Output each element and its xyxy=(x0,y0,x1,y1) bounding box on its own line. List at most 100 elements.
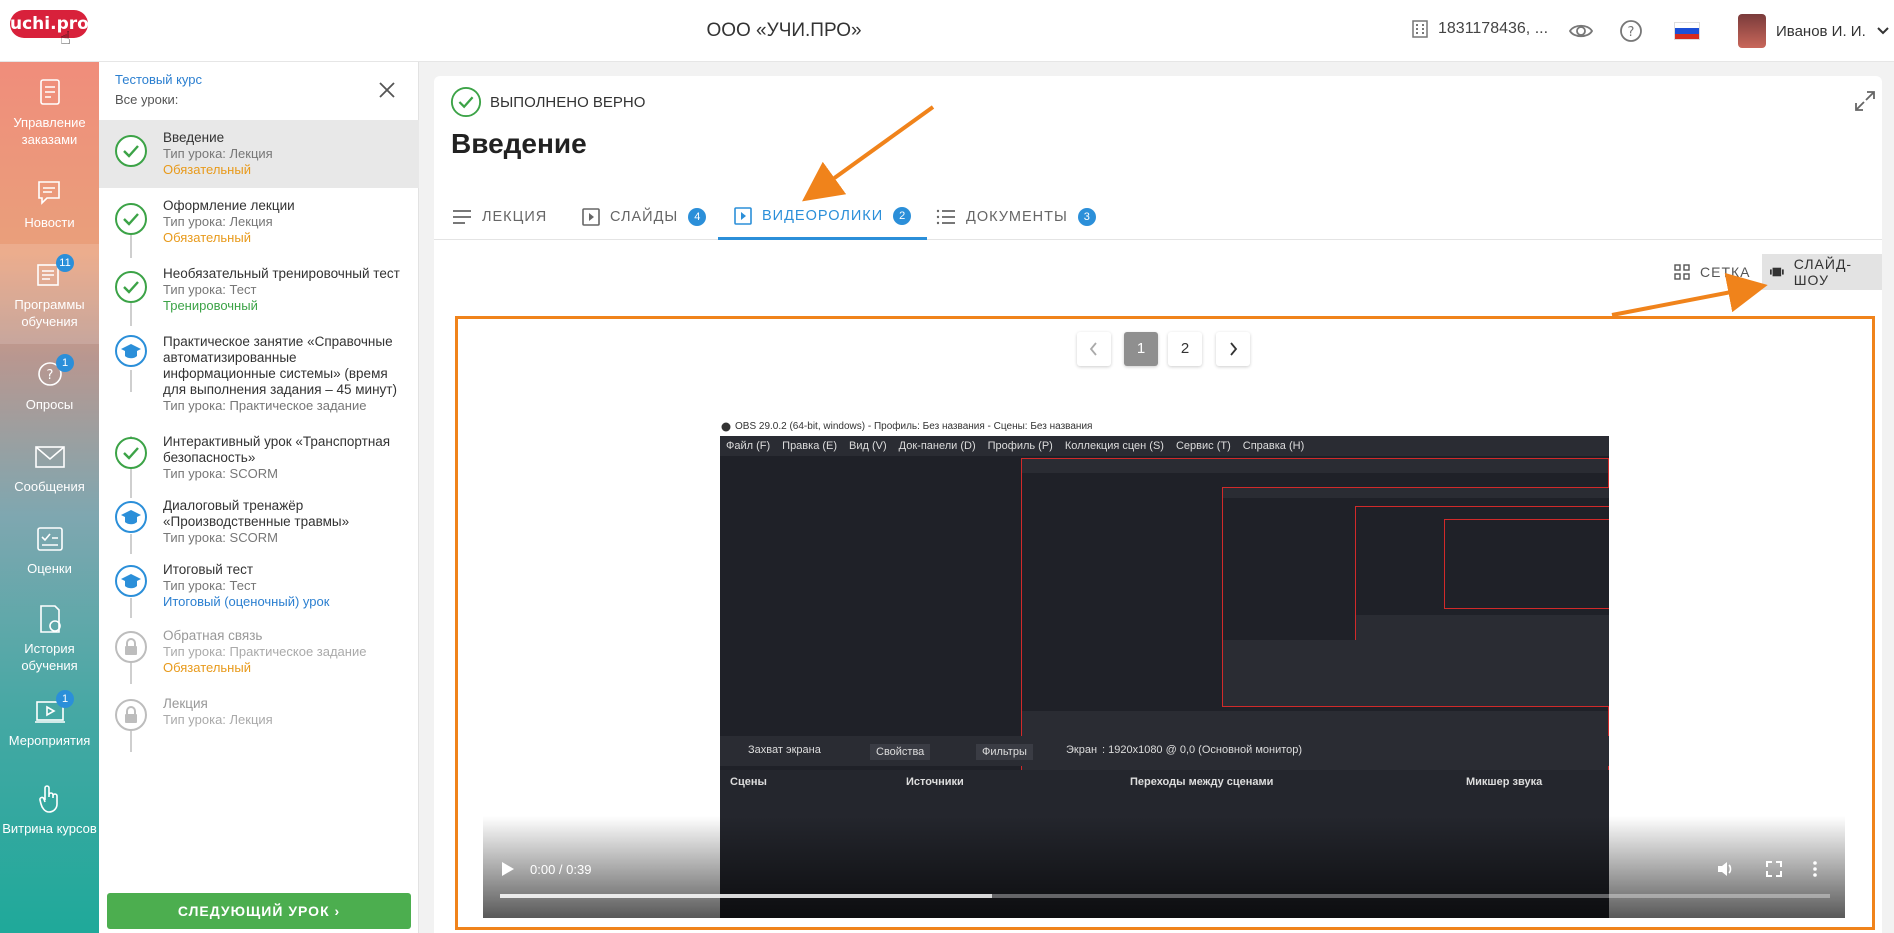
close-icon[interactable] xyxy=(377,80,397,100)
language-flag-icon[interactable] xyxy=(1674,22,1700,40)
inn-value: 1831178436, ... xyxy=(1438,20,1549,37)
check-circle-icon xyxy=(115,203,147,235)
lesson-type: Тип урока: SCORM xyxy=(163,466,278,481)
lesson-type: Тип урока: SCORM xyxy=(163,530,278,545)
chevron-left-icon xyxy=(1089,342,1097,356)
video-progress-bar[interactable] xyxy=(500,894,1830,898)
top-bar: uchi.pro ☝ ООО «УЧИ.ПРО» 1831178436, ...… xyxy=(0,0,1894,62)
lesson-item[interactable]: Интерактивный урок «Транспортная безопас… xyxy=(99,422,419,484)
video-progress-fill xyxy=(500,894,993,898)
lesson-type: Тип урока: Лекция xyxy=(163,712,273,727)
expand-icon[interactable] xyxy=(1854,90,1876,112)
lesson-item[interactable]: Диалоговый тренажёр «Производственные тр… xyxy=(99,486,419,548)
lesson-item-locked: Лекция Тип урока: Лекция xyxy=(99,684,419,740)
user-name: Иванов И. И. xyxy=(1776,22,1866,40)
svg-text:?: ? xyxy=(46,368,53,383)
result-status-text: ВЫПОЛНЕНО ВЕРНО xyxy=(490,93,646,111)
pagination-prev[interactable] xyxy=(1077,332,1111,366)
pagination-next[interactable] xyxy=(1216,332,1250,366)
main-navigation: Управление заказами Новости Программы об… xyxy=(0,62,99,933)
tab-slides[interactable]: СЛАЙДЫ 4 xyxy=(582,194,707,240)
list-icon xyxy=(936,209,955,225)
graduation-cap-icon xyxy=(115,565,147,597)
video-time: 0:00 / 0:39 xyxy=(530,862,592,877)
film-icon xyxy=(1770,267,1784,277)
avatar xyxy=(1738,14,1766,48)
graduation-cap-icon xyxy=(115,501,147,533)
messages-icon xyxy=(34,446,65,468)
play-square-icon xyxy=(734,206,752,225)
graduation-cap-icon xyxy=(115,335,147,367)
check-circle-icon xyxy=(115,271,147,303)
lesson-type: Тип урока: Практическое задание xyxy=(163,398,367,413)
obs-menu-bar: Файл (F) Правка (E) Вид (V) Док-панели (… xyxy=(720,436,1609,456)
lesson-tag: Итоговый (оценочный) урок xyxy=(163,594,330,609)
lesson-title: Необязательный тренировочный тест xyxy=(163,266,400,281)
lines-icon xyxy=(453,210,471,224)
lesson-title: Интерактивный урок «Транспортная безопас… xyxy=(163,434,391,465)
lesson-type: Тип урока: Лекция xyxy=(163,146,273,161)
page-title: Введение xyxy=(451,128,587,159)
lesson-title: Лекция xyxy=(163,696,208,711)
view-slideshow-button[interactable]: СЛАЙД-ШОУ xyxy=(1762,254,1882,290)
nav-news[interactable]: Новости xyxy=(0,176,99,231)
play-square-icon xyxy=(582,208,600,226)
lesson-tag: Обязательный xyxy=(163,162,251,177)
view-grid-button[interactable]: СЕТКА xyxy=(1666,254,1759,290)
more-options-icon[interactable] xyxy=(1812,860,1818,878)
svg-text:?: ? xyxy=(1628,25,1635,40)
lesson-title: Практическое занятие «Справочные автомат… xyxy=(163,334,397,397)
nav-messages[interactable]: Сообщения xyxy=(0,440,99,495)
obs-window-title: OBS 29.0.2 (64-bit, windows) - Профиль: … xyxy=(721,421,1092,432)
building-icon xyxy=(1412,20,1428,38)
nav-surveys[interactable]: ? Опросы 1 xyxy=(0,354,99,413)
user-menu[interactable]: Иванов И. И. xyxy=(1738,14,1890,48)
check-circle-icon xyxy=(450,86,482,118)
eye-icon[interactable] xyxy=(1568,18,1594,44)
next-lesson-button[interactable]: СЛЕДУЮЩИЙ УРОК › xyxy=(107,893,411,929)
chevron-right-icon xyxy=(1230,342,1238,356)
nav-grades[interactable]: Оценки xyxy=(0,522,99,577)
lesson-type: Тип урока: Лекция xyxy=(163,214,273,229)
lesson-type: Тип урока: Тест xyxy=(163,578,257,593)
lock-icon xyxy=(115,631,147,663)
lesson-type: Тип урока: Практическое задание xyxy=(163,644,367,659)
nav-badge: 1 xyxy=(56,690,74,708)
nested-preview xyxy=(1444,519,1609,609)
lesson-item[interactable]: Необязательный тренировочный тест Тип ур… xyxy=(99,256,419,324)
tab-lecture[interactable]: ЛЕКЦИЯ xyxy=(452,194,547,240)
fullscreen-icon[interactable] xyxy=(1765,860,1783,878)
help-icon[interactable]: ? xyxy=(1618,18,1644,44)
nav-orders[interactable]: Управление заказами xyxy=(0,76,99,148)
lesson-item[interactable]: Оформление лекции Тип урока: Лекция Обяз… xyxy=(99,188,419,256)
nav-events[interactable]: Мероприятия 1 xyxy=(0,690,99,749)
video-controls-overlay xyxy=(483,816,1845,918)
course-link[interactable]: Тестовый курс xyxy=(115,72,202,87)
lesson-item[interactable]: Практическое занятие «Справочные автомат… xyxy=(99,324,419,422)
chevron-down-icon xyxy=(1877,27,1889,35)
lesson-item[interactable]: Введение Тип урока: Лекция Обязательный xyxy=(99,120,419,188)
lesson-tag: Обязательный xyxy=(163,230,251,245)
tab-documents[interactable]: ДОКУМЕНТЫ 3 xyxy=(936,194,1096,240)
pagination-page[interactable]: 2 xyxy=(1168,332,1202,366)
lessons-panel: Тестовый курс Все уроки: Введение Тип ур… xyxy=(99,62,419,933)
tab-videos[interactable]: ВИДЕОРОЛИКИ 2 xyxy=(718,194,928,240)
organization-name: ООО «УЧИ.ПРО» xyxy=(706,20,862,41)
nav-showcase[interactable]: Витрина курсов xyxy=(0,782,99,837)
nav-badge: 11 xyxy=(56,254,74,272)
inn-selector[interactable]: 1831178436, ... xyxy=(1410,19,1548,39)
volume-icon[interactable] xyxy=(1716,860,1734,878)
lesson-item[interactable]: Итоговый тест Тип урока: Тест Итоговый (… xyxy=(99,550,419,614)
nav-programs[interactable]: Программы обучения 11 xyxy=(0,244,99,344)
tab-count: 4 xyxy=(688,208,707,226)
lesson-title: Диалоговый тренажёр «Производственные тр… xyxy=(163,498,350,529)
lesson-tag: Обязательный xyxy=(163,660,251,675)
grid-icon xyxy=(1674,264,1690,280)
pagination-page[interactable]: 1 xyxy=(1124,332,1158,366)
play-icon[interactable] xyxy=(500,860,516,878)
lesson-tabs: ЛЕКЦИЯ СЛАЙДЫ 4 ВИДЕОРОЛИКИ 2 ДОКУМЕНТЫ … xyxy=(434,194,1882,240)
lock-icon xyxy=(115,699,147,731)
tab-count: 2 xyxy=(893,206,912,225)
lesson-title: Оформление лекции xyxy=(163,198,295,213)
nav-history[interactable]: История обучения xyxy=(0,602,99,674)
